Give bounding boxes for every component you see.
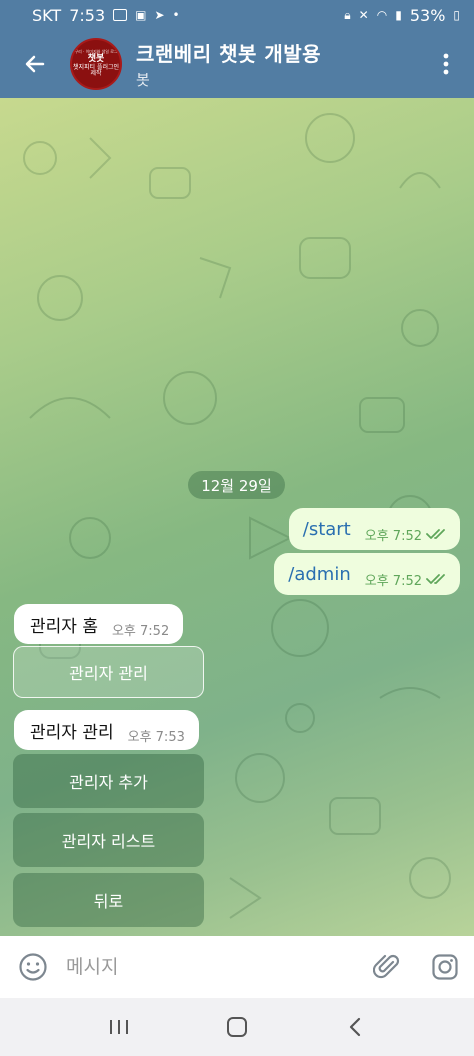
carrier-label: SKT (32, 5, 62, 25)
chat-subtitle: 봇 (136, 71, 150, 89)
arrow-left-icon (25, 55, 45, 73)
home-button[interactable] (207, 998, 267, 1056)
chat-header: 구리 · 이미지와 생일 로그 챗봇 챗지피티 플러그인 제작 크랜베리 챗봇 … (0, 30, 474, 98)
message-time-label: 오후 7:52 (364, 573, 422, 589)
avatar[interactable]: 구리 · 이미지와 생일 로그 챗봇 챗지피티 플러그인 제작 (70, 38, 122, 90)
lock-icon: 🔒︎ (344, 8, 351, 22)
message-time: 오후 7:52 (365, 525, 448, 544)
inline-button-label: 관리자 리스트 (61, 832, 156, 851)
mute-icon: ✕ (358, 8, 369, 22)
home-icon (227, 1017, 247, 1037)
inline-button-back[interactable]: 뒤로 (13, 873, 204, 927)
gallery-notification-icon (113, 9, 128, 21)
incoming-message[interactable]: 관리자 홈 오후 7:52 (14, 604, 184, 644)
date-separator: 12월 29일 (188, 471, 285, 499)
signal-icon: ▮ (395, 8, 402, 22)
message-time: 오후 7:53 (127, 729, 185, 745)
chat-area[interactable]: 12월 29일 /start 오후 7:52 /admin 오후 7:52 관리… (0, 98, 474, 936)
chat-title: 크랜베리 챗봇 개발용 (136, 42, 322, 66)
system-nav-bar (0, 998, 474, 1056)
battery-label: 53% (409, 5, 446, 25)
incoming-message[interactable]: 관리자 관리 오후 7:53 (14, 710, 199, 750)
message-text: 관리자 관리 (30, 722, 114, 743)
message-time-label: 오후 7:52 (364, 528, 422, 544)
inline-button-label: 관리자 관리 (69, 664, 148, 683)
message-input[interactable] (66, 956, 358, 978)
message-time: 오후 7:52 (365, 570, 448, 589)
outgoing-message[interactable]: /admin 오후 7:52 (274, 553, 460, 595)
message-text: 관리자 홈 (30, 616, 98, 637)
double-check-icon (426, 574, 445, 584)
attach-button[interactable] (358, 936, 416, 998)
telegram-icon: ➤ (154, 8, 165, 22)
back-nav-button[interactable] (325, 998, 385, 1056)
back-button[interactable] (0, 30, 70, 98)
more-options-button[interactable] (418, 30, 474, 98)
avatar-top-text: 구리 · 이미지와 생일 로그 (74, 49, 118, 55)
camera-button[interactable] (416, 936, 474, 998)
message-time: 오후 7:52 (111, 623, 170, 639)
chat-title-block[interactable]: 크랜베리 챗봇 개발용 봇 (136, 38, 321, 90)
inline-button-label: 뒤로 (93, 892, 124, 911)
recent-apps-icon (110, 1020, 128, 1034)
wifi-icon: ◠ (376, 8, 388, 22)
message-text[interactable]: /admin (288, 564, 350, 585)
inline-button-admin-add[interactable]: 관리자 추가 (13, 754, 204, 808)
inline-button-admin-manage[interactable]: 관리자 관리 (13, 646, 204, 698)
paperclip-icon (373, 954, 400, 979)
clock: 7:53 (69, 5, 106, 25)
outgoing-message[interactable]: /start 오후 7:52 (288, 508, 460, 550)
message-composer (0, 936, 474, 998)
avatar-sub-text: 챗지피티 플러그인 제작 (72, 63, 120, 78)
notification-icon: ▣ (135, 8, 147, 22)
inline-button-admin-list[interactable]: 관리자 리스트 (13, 813, 204, 867)
emoji-icon (19, 953, 47, 981)
status-bar: SKT 7:53 ▣ ➤ • 🔒︎ ✕ ◠ ▮ 53% ▯ (0, 0, 474, 30)
inline-button-label: 관리자 추가 (69, 773, 148, 792)
emoji-button[interactable] (0, 936, 66, 998)
double-check-icon (426, 529, 445, 539)
more-vertical-icon (443, 53, 449, 75)
recent-apps-button[interactable] (89, 998, 149, 1056)
date-label: 12월 29일 (201, 476, 272, 495)
chevron-left-icon (349, 1017, 361, 1037)
battery-icon: ▯ (453, 8, 460, 22)
message-text[interactable]: /start (303, 519, 351, 540)
camera-icon (432, 954, 458, 980)
dot-icon: • (172, 8, 180, 22)
